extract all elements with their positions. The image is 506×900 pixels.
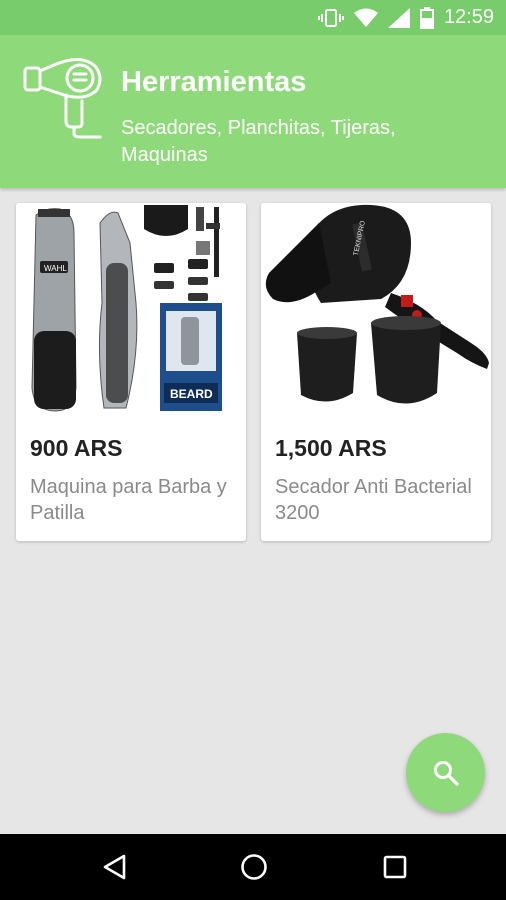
brand-label: WAHL [44,264,67,273]
category-header: Herramientas Secadores, Planchitas, Tije… [0,35,506,188]
hair-dryer-image: TEKNIPRO [261,203,491,414]
product-price: 1,500 ARS [275,435,387,461]
status-bar: 12:59 [0,0,506,35]
beard-trimmer-kit-image: WAHL BEARD [16,203,246,414]
back-icon[interactable] [100,852,130,882]
product-price: 900 ARS [30,435,123,461]
product-name: Secador Anti Bacterial 3200 [275,476,472,524]
signal-icon [387,7,410,28]
page-subtitle: Secadores, Planchitas, Tijeras, Maquinas [121,117,396,166]
recents-icon[interactable] [380,852,410,882]
product-card[interactable]: WAHL BEARD 900 ARS Maquina para Barba y … [16,203,246,541]
nav-bar [0,834,506,900]
search-button[interactable] [406,733,485,812]
vibrate-icon [317,8,344,27]
product-name: Maquina para Barba y Patilla [30,476,227,524]
battery-icon [419,6,434,29]
home-icon[interactable] [239,852,269,882]
wifi-icon [353,8,378,27]
search-icon [433,760,459,786]
hair-dryer-icon [23,58,102,139]
product-card[interactable]: TEKNIPRO 1,500 ARS Secador Anti Bacteria… [261,203,491,541]
kit-label: BEARD [170,387,213,401]
page-title: Herramientas [121,66,307,98]
status-time: 12:59 [443,6,494,28]
